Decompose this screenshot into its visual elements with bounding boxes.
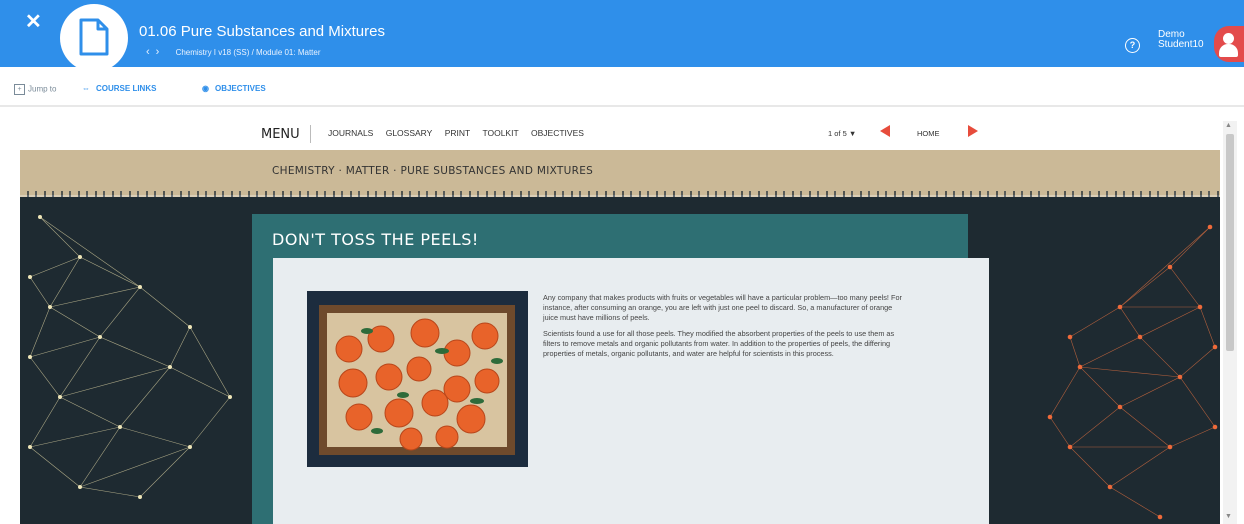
- menu-link-glossary[interactable]: GLOSSARY: [386, 128, 433, 138]
- network-decoration-left: [28, 215, 232, 499]
- jump-icon: +: [14, 84, 25, 95]
- menu-link-toolkit[interactable]: TOOLKIT: [482, 128, 518, 138]
- course-links-label: COURSE LINKS: [96, 84, 157, 93]
- lesson-menu-bar: MENU JOURNALS GLOSSARY PRINT TOOLKIT OBJ…: [20, 115, 1220, 150]
- menu-button[interactable]: MENU: [261, 127, 300, 142]
- paper-banner: [20, 150, 1220, 199]
- course-links-button[interactable]: ⇔ COURSE LINKS: [82, 84, 156, 93]
- scroll-down-arrow-icon[interactable]: ▼: [1225, 513, 1232, 520]
- scrollbar-thumb[interactable]: [1226, 134, 1234, 351]
- article-paragraph: Scientists found a use for all those pee…: [543, 329, 895, 358]
- breadcrumb: ‹› Chemistry I v18 (SS) / Module 01: Mat…: [146, 46, 321, 58]
- divider: [0, 105, 1244, 107]
- next-page-arrow-icon[interactable]: [968, 125, 978, 137]
- document-icon: [60, 4, 128, 72]
- jump-to-button[interactable]: + Jump to: [14, 84, 56, 95]
- close-button[interactable]: ✕: [25, 12, 42, 32]
- oranges-photo: [307, 291, 528, 467]
- lesson-frame: MENU JOURNALS GLOSSARY PRINT TOOLKIT OBJ…: [20, 115, 1220, 524]
- help-icon[interactable]: ?: [1125, 38, 1140, 53]
- prev-page-arrow-icon[interactable]: [880, 125, 890, 137]
- app-header: ✕ 01.06 Pure Substances and Mixtures ‹› …: [0, 0, 1244, 72]
- breadcrumb-text[interactable]: Chemistry I v18 (SS) / Module 01: Matter: [176, 48, 321, 57]
- scroll-up-arrow-icon[interactable]: ▲: [1225, 122, 1232, 129]
- menu-links: JOURNALS GLOSSARY PRINT TOOLKIT OBJECTIV…: [328, 128, 594, 138]
- menu-divider: [310, 125, 311, 143]
- menu-link-journals[interactable]: JOURNALS: [328, 128, 373, 138]
- network-decoration-right: [1047, 224, 1218, 520]
- lesson-panel-header: DON'T TOSS THE PEELS!: [252, 214, 968, 264]
- menu-link-print[interactable]: PRINT: [445, 128, 471, 138]
- lesson-breadcrumb: CHEMISTRY · MATTER · PURE SUBSTANCES AND…: [272, 165, 594, 177]
- secondary-toolbar: + Jump to ⇔ COURSE LINKS ◉ OBJECTIVES: [0, 80, 1244, 102]
- objectives-icon: ◉: [202, 84, 209, 93]
- objectives-label: OBJECTIVES: [214, 84, 266, 93]
- avatar[interactable]: [1214, 26, 1244, 62]
- objectives-button[interactable]: ◉ OBJECTIVES: [202, 84, 266, 93]
- home-link[interactable]: HOME: [917, 129, 940, 138]
- jump-to-label: Jump to: [28, 84, 57, 94]
- panel-side-strip: [252, 264, 273, 524]
- link-icon: ⇔: [82, 84, 90, 93]
- article-paragraph: Any company that makes products with fru…: [543, 293, 902, 322]
- page-title: 01.06 Pure Substances and Mixtures: [139, 23, 385, 40]
- lesson-article: Any company that makes products with fru…: [543, 293, 903, 365]
- user-name[interactable]: Demo Student10: [1158, 30, 1204, 50]
- menu-link-objectives[interactable]: OBJECTIVES: [531, 128, 584, 138]
- panel-title: DON'T TOSS THE PEELS!: [272, 230, 479, 249]
- page-selector[interactable]: 1 of 5 ▼: [828, 129, 856, 138]
- prev-next-nav-icon[interactable]: ‹›: [146, 46, 165, 58]
